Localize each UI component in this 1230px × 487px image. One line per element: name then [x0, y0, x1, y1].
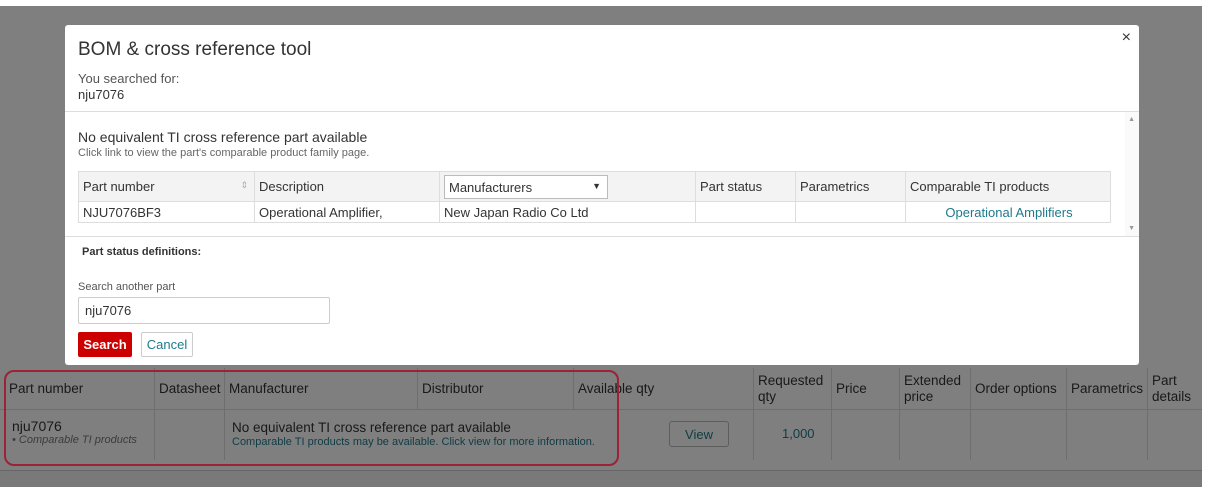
- col-parametrics: Parametrics: [795, 172, 905, 201]
- cell-manufacturer: New Japan Radio Co Ltd: [439, 202, 695, 222]
- divider: [65, 236, 1139, 237]
- chevron-down-icon: ▼: [592, 181, 601, 191]
- close-icon[interactable]: ×: [1122, 29, 1131, 47]
- modal-title: BOM & cross reference tool: [78, 39, 312, 60]
- col-part-status: Part status: [695, 172, 795, 201]
- results-scroll-area[interactable]: No equivalent TI cross reference part av…: [65, 112, 1139, 236]
- cell-description-value: Operational Amplifier,: [259, 204, 383, 220]
- scroll-up-icon[interactable]: ▲: [1128, 116, 1135, 123]
- scrollbar[interactable]: ▲ ▼: [1125, 112, 1139, 236]
- searched-for-label: You searched for:: [78, 71, 180, 86]
- page-right-edge: [1202, 0, 1230, 487]
- col-part-number[interactable]: Part number ⇕: [79, 172, 254, 201]
- bom-cross-reference-modal: × BOM & cross reference tool You searche…: [65, 25, 1139, 365]
- col-part-number-label: Part number: [83, 179, 155, 194]
- result-title: No equivalent TI cross reference part av…: [78, 129, 368, 145]
- cell-part-number-value: NJU7076BF3: [83, 204, 162, 220]
- sort-icon[interactable]: ⇕: [240, 180, 248, 191]
- cancel-button[interactable]: Cancel: [141, 332, 193, 357]
- search-another-part-input[interactable]: [78, 297, 330, 324]
- searched-for-value: nju7076: [78, 87, 125, 102]
- col-description-label: Description: [259, 179, 325, 194]
- col-manufacturers: Manufacturers ▼: [439, 172, 695, 201]
- result-description: Click link to view the part's comparable…: [78, 147, 370, 159]
- col-description: Description: [254, 172, 439, 201]
- cell-part-status: [695, 202, 795, 222]
- col-comparable-ti-products: Comparable TI products: [905, 172, 1112, 201]
- search-another-part-label: Search another part: [78, 281, 176, 293]
- operational-amplifiers-link[interactable]: Operational Amplifiers: [945, 205, 1072, 220]
- highlight-annotation: [4, 370, 619, 466]
- cell-part-number: NJU7076BF3: [79, 202, 254, 222]
- col-comparable-label: Comparable TI products: [910, 179, 1050, 194]
- manufacturers-select[interactable]: Manufacturers ▼: [444, 175, 608, 199]
- cell-parametrics: [795, 202, 905, 222]
- page: Part number Datasheet Manufacturer Distr…: [0, 0, 1230, 487]
- col-part-status-label: Part status: [700, 179, 763, 194]
- scroll-down-icon[interactable]: ▼: [1128, 225, 1135, 232]
- table-row: NJU7076BF3 Operational Amplifier, New Ja…: [78, 202, 1111, 223]
- col-parametrics-label: Parametrics: [800, 179, 870, 194]
- cell-comparable: Operational Amplifiers: [905, 202, 1112, 222]
- part-status-definitions-link[interactable]: Part status definitions:: [82, 246, 201, 258]
- cell-description: Operational Amplifier,: [254, 202, 439, 222]
- manufacturers-select-value: Manufacturers: [449, 179, 533, 195]
- cell-manufacturer-value: New Japan Radio Co Ltd: [444, 204, 589, 220]
- cross-reference-table-header: Part number ⇕ Description Manufacturers …: [78, 171, 1111, 202]
- search-button[interactable]: Search: [78, 332, 132, 357]
